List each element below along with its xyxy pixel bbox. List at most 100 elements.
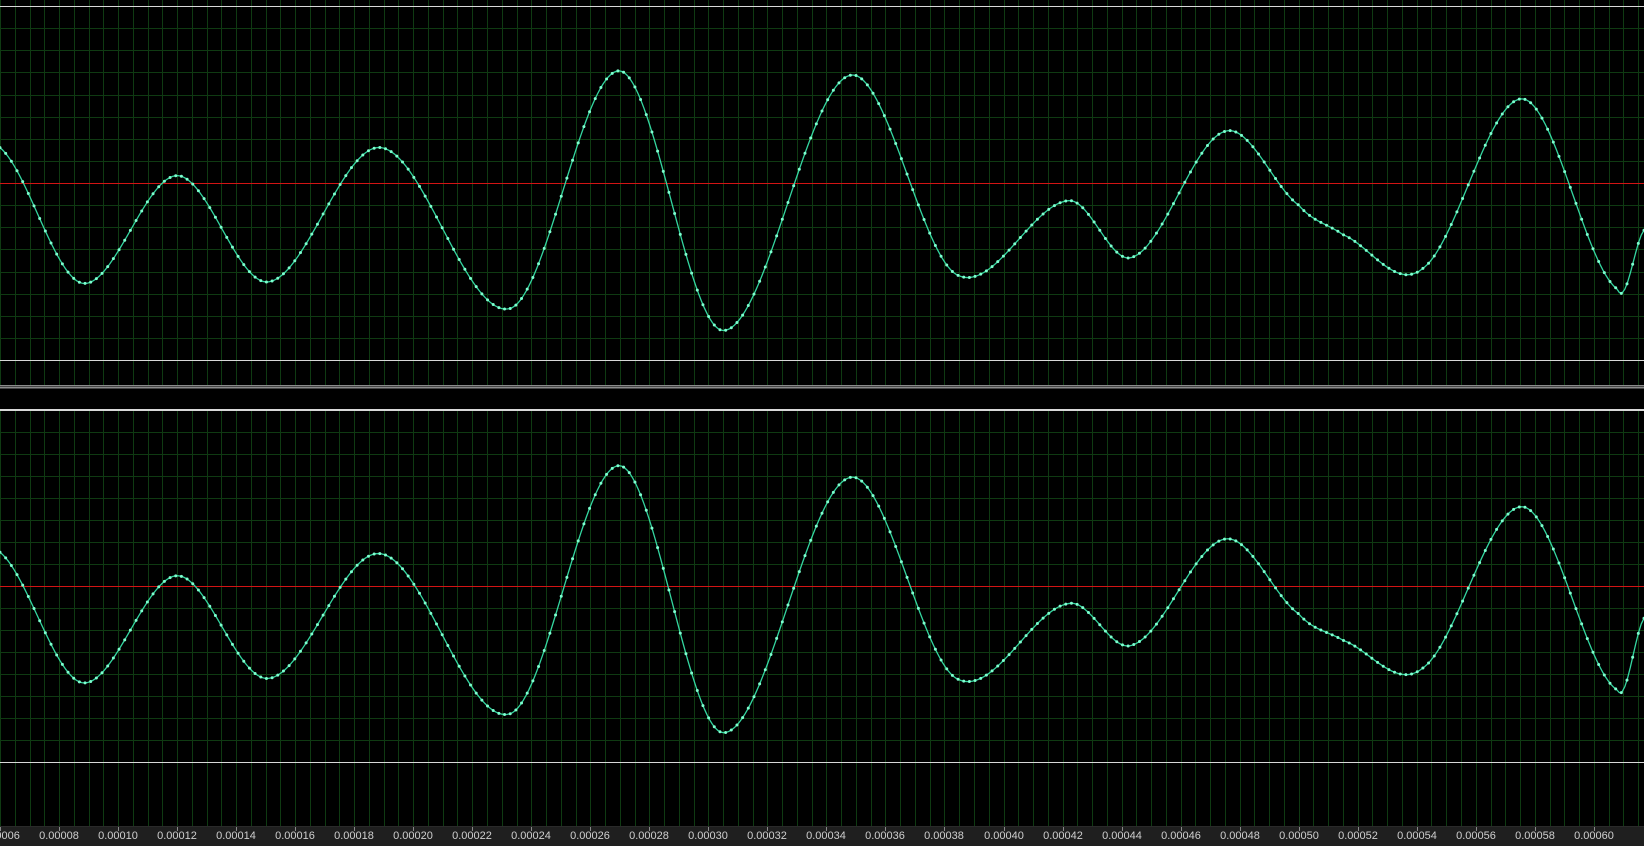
right-channel-sample-point[interactable] <box>599 481 603 485</box>
left-channel-sample-point[interactable] <box>1438 245 1442 249</box>
right-channel-sample-point[interactable] <box>1387 668 1391 672</box>
left-channel-sample-point[interactable] <box>225 235 229 239</box>
right-channel-sample-point[interactable] <box>916 606 920 610</box>
right-channel-sample-point[interactable] <box>1608 681 1612 685</box>
left-channel-sample-point[interactable] <box>967 275 971 279</box>
left-channel-sample-point[interactable] <box>1551 140 1555 144</box>
left-channel-sample-point[interactable] <box>1103 236 1107 240</box>
left-channel-sample-point[interactable] <box>32 204 36 208</box>
right-channel-sample-point[interactable] <box>928 635 932 639</box>
right-channel-sample-point[interactable] <box>1614 687 1618 691</box>
right-channel-sample-point[interactable] <box>1557 561 1561 565</box>
right-channel-sample-point[interactable] <box>332 594 336 598</box>
right-channel-sample-point[interactable] <box>1580 622 1584 626</box>
right-channel-sample-point[interactable] <box>1069 601 1073 605</box>
right-channel-sample-point[interactable] <box>168 576 172 580</box>
right-channel-sample-point[interactable] <box>174 574 178 578</box>
right-channel-sample-point[interactable] <box>888 530 892 534</box>
left-channel-sample-point[interactable] <box>599 86 603 90</box>
left-channel-sample-point[interactable] <box>979 272 983 276</box>
right-channel-sample-point[interactable] <box>77 680 81 684</box>
right-channel-sample-point[interactable] <box>1115 640 1119 644</box>
right-channel-sample-point[interactable] <box>1619 691 1623 695</box>
left-channel-sample-point[interactable] <box>1047 207 1051 211</box>
left-channel-sample-point[interactable] <box>928 231 932 235</box>
right-channel-sample-point[interactable] <box>1103 629 1107 633</box>
right-channel-sample-point[interactable] <box>1455 612 1459 616</box>
left-channel-sample-point[interactable] <box>860 77 864 81</box>
left-channel-sample-point[interactable] <box>1432 254 1436 258</box>
left-channel-sample-point[interactable] <box>888 127 892 131</box>
right-channel-sample-point[interactable] <box>406 574 410 578</box>
left-channel-sample-point[interactable] <box>582 125 586 129</box>
right-channel-sample-point[interactable] <box>15 573 19 577</box>
left-channel-sample-point[interactable] <box>1166 212 1170 216</box>
left-channel-sample-point[interactable] <box>452 247 456 251</box>
right-channel-sample-point[interactable] <box>746 706 750 710</box>
left-channel-sample-point[interactable] <box>1308 213 1312 217</box>
left-channel-sample-point[interactable] <box>1529 101 1533 105</box>
left-channel-sample-point[interactable] <box>361 153 365 157</box>
right-channel-sample-point[interactable] <box>780 620 784 624</box>
left-channel-sample-point[interactable] <box>1353 239 1357 243</box>
left-channel-sample-point[interactable] <box>298 251 302 255</box>
left-channel-sample-point[interactable] <box>1268 168 1272 172</box>
left-channel-sample-point[interactable] <box>1580 217 1584 221</box>
left-channel-sample-point[interactable] <box>338 183 342 187</box>
left-channel-sample-point[interactable] <box>140 209 144 213</box>
right-channel-sample-point[interactable] <box>361 558 365 562</box>
right-channel-sample-point[interactable] <box>1075 602 1079 606</box>
right-channel-sample-point[interactable] <box>843 478 847 482</box>
left-channel-sample-point[interactable] <box>1466 183 1470 187</box>
left-channel-sample-point[interactable] <box>253 275 257 279</box>
left-channel-sample-point[interactable] <box>1274 177 1278 181</box>
left-channel-sample-point[interactable] <box>1444 234 1448 238</box>
right-channel-sample-point[interactable] <box>1381 664 1385 668</box>
left-channel-sample-point[interactable] <box>911 188 915 192</box>
right-channel-sample-point[interactable] <box>401 567 404 571</box>
left-channel-sample-point[interactable] <box>956 273 960 277</box>
right-channel-sample-point[interactable] <box>1472 573 1476 577</box>
left-channel-sample-point[interactable] <box>134 219 138 223</box>
left-channel-sample-point[interactable] <box>66 270 70 274</box>
right-channel-sample-point[interactable] <box>491 708 495 712</box>
left-channel-sample-point[interactable] <box>1478 156 1482 160</box>
left-channel-sample-point[interactable] <box>854 74 858 78</box>
right-channel-sample-point[interactable] <box>4 556 8 560</box>
left-channel-sample-point[interactable] <box>486 298 490 302</box>
left-channel-sample-point[interactable] <box>939 254 943 258</box>
left-channel-sample-point[interactable] <box>327 202 331 206</box>
right-channel-sample-point[interactable] <box>270 676 274 680</box>
left-channel-sample-point[interactable] <box>310 232 314 236</box>
left-channel-sample-point[interactable] <box>1217 132 1221 136</box>
left-channel-sample-point[interactable] <box>1160 222 1164 226</box>
left-channel-sample-point[interactable] <box>1449 223 1453 227</box>
right-channel-sample-point[interactable] <box>707 716 711 720</box>
right-channel-sample-point[interactable] <box>1415 670 1419 674</box>
left-channel-sample-point[interactable] <box>894 142 898 146</box>
left-channel-sample-point[interactable] <box>1534 107 1538 111</box>
right-channel-sample-point[interactable] <box>1132 643 1136 647</box>
right-channel-sample-point[interactable] <box>1302 617 1306 621</box>
left-channel-sample-point[interactable] <box>1342 233 1346 237</box>
left-channel-sample-point[interactable] <box>1602 271 1606 275</box>
left-channel-sample-point[interactable] <box>196 189 200 193</box>
right-channel-sample-point[interactable] <box>1466 586 1470 590</box>
left-channel-sample-point[interactable] <box>1154 231 1158 235</box>
left-channel-sample-point[interactable] <box>712 323 716 327</box>
left-channel-sample-point[interactable] <box>151 192 155 196</box>
left-channel-sample-point[interactable] <box>520 297 524 301</box>
left-channel-sample-point[interactable] <box>605 77 609 81</box>
left-channel-sample-point[interactable] <box>1302 209 1306 213</box>
right-channel-sample-point[interactable] <box>338 585 342 589</box>
right-channel-sample-point[interactable] <box>809 538 813 542</box>
left-channel-sample-point[interactable] <box>695 288 699 292</box>
right-channel-sample-point[interactable] <box>1483 549 1487 553</box>
left-channel-sample-point[interactable] <box>145 200 149 204</box>
left-channel-sample-point[interactable] <box>1381 262 1385 266</box>
right-channel-sample-point[interactable] <box>1574 607 1578 611</box>
right-channel-sample-point[interactable] <box>922 621 926 625</box>
left-channel-sample-point[interactable] <box>21 180 25 184</box>
right-channel-sample-point[interactable] <box>520 701 524 705</box>
left-channel-sample-point[interactable] <box>803 151 807 155</box>
